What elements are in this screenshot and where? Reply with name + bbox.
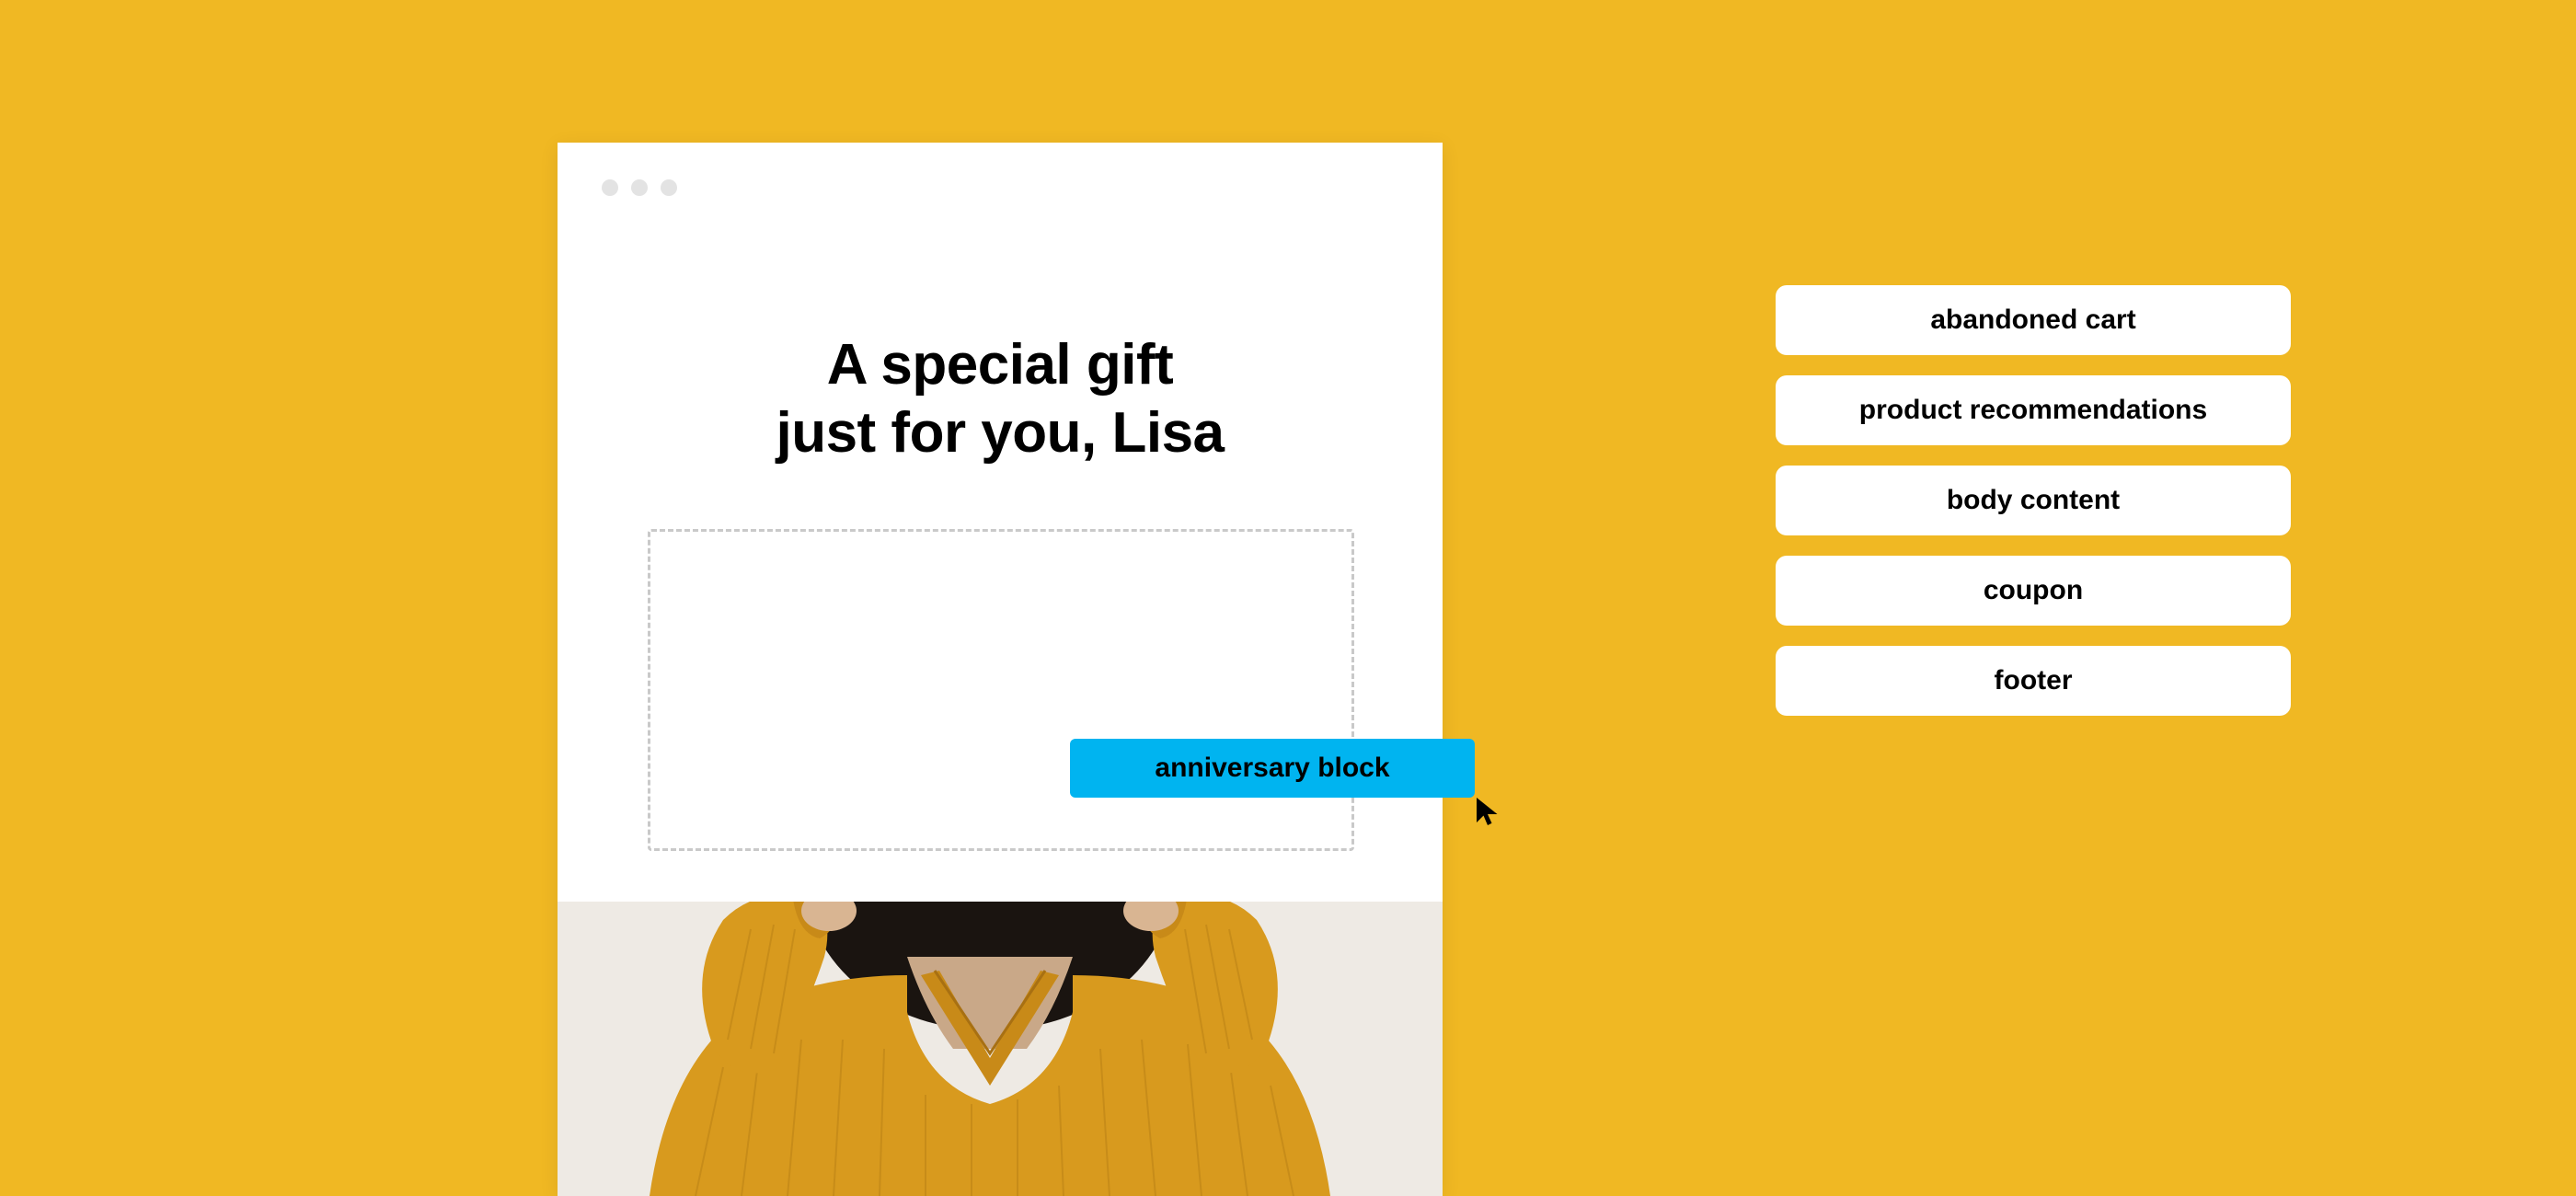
block-label: footer (1995, 665, 2073, 696)
email-editor-preview: A special gift just for you, Lisa annive… (558, 143, 1443, 1196)
content-blocks-panel: abandoned cart product recommendations b… (1776, 285, 2291, 716)
block-body-content[interactable]: body content (1776, 466, 2291, 535)
window-controls (602, 179, 677, 196)
window-dot-icon (631, 179, 648, 196)
cursor-icon (1471, 795, 1504, 828)
headline-line-2: just for you, Lisa (558, 399, 1443, 467)
window-dot-icon (661, 179, 677, 196)
window-dot-icon (602, 179, 618, 196)
block-label: coupon (1984, 575, 2083, 606)
dragging-block-chip[interactable]: anniversary block (1070, 739, 1475, 798)
headline-line-1: A special gift (558, 331, 1443, 399)
block-coupon[interactable]: coupon (1776, 556, 2291, 626)
block-label: product recommendations (1859, 395, 2207, 426)
block-abandoned-cart[interactable]: abandoned cart (1776, 285, 2291, 355)
block-footer[interactable]: footer (1776, 646, 2291, 716)
block-product-recommendations[interactable]: product recommendations (1776, 375, 2291, 445)
block-label: body content (1947, 485, 2120, 516)
block-label: abandoned cart (1930, 305, 2135, 336)
content-drop-zone[interactable]: anniversary block (648, 529, 1354, 851)
dragging-block-label: anniversary block (1155, 753, 1389, 784)
hero-image (558, 902, 1443, 1196)
email-headline: A special gift just for you, Lisa (558, 331, 1443, 468)
